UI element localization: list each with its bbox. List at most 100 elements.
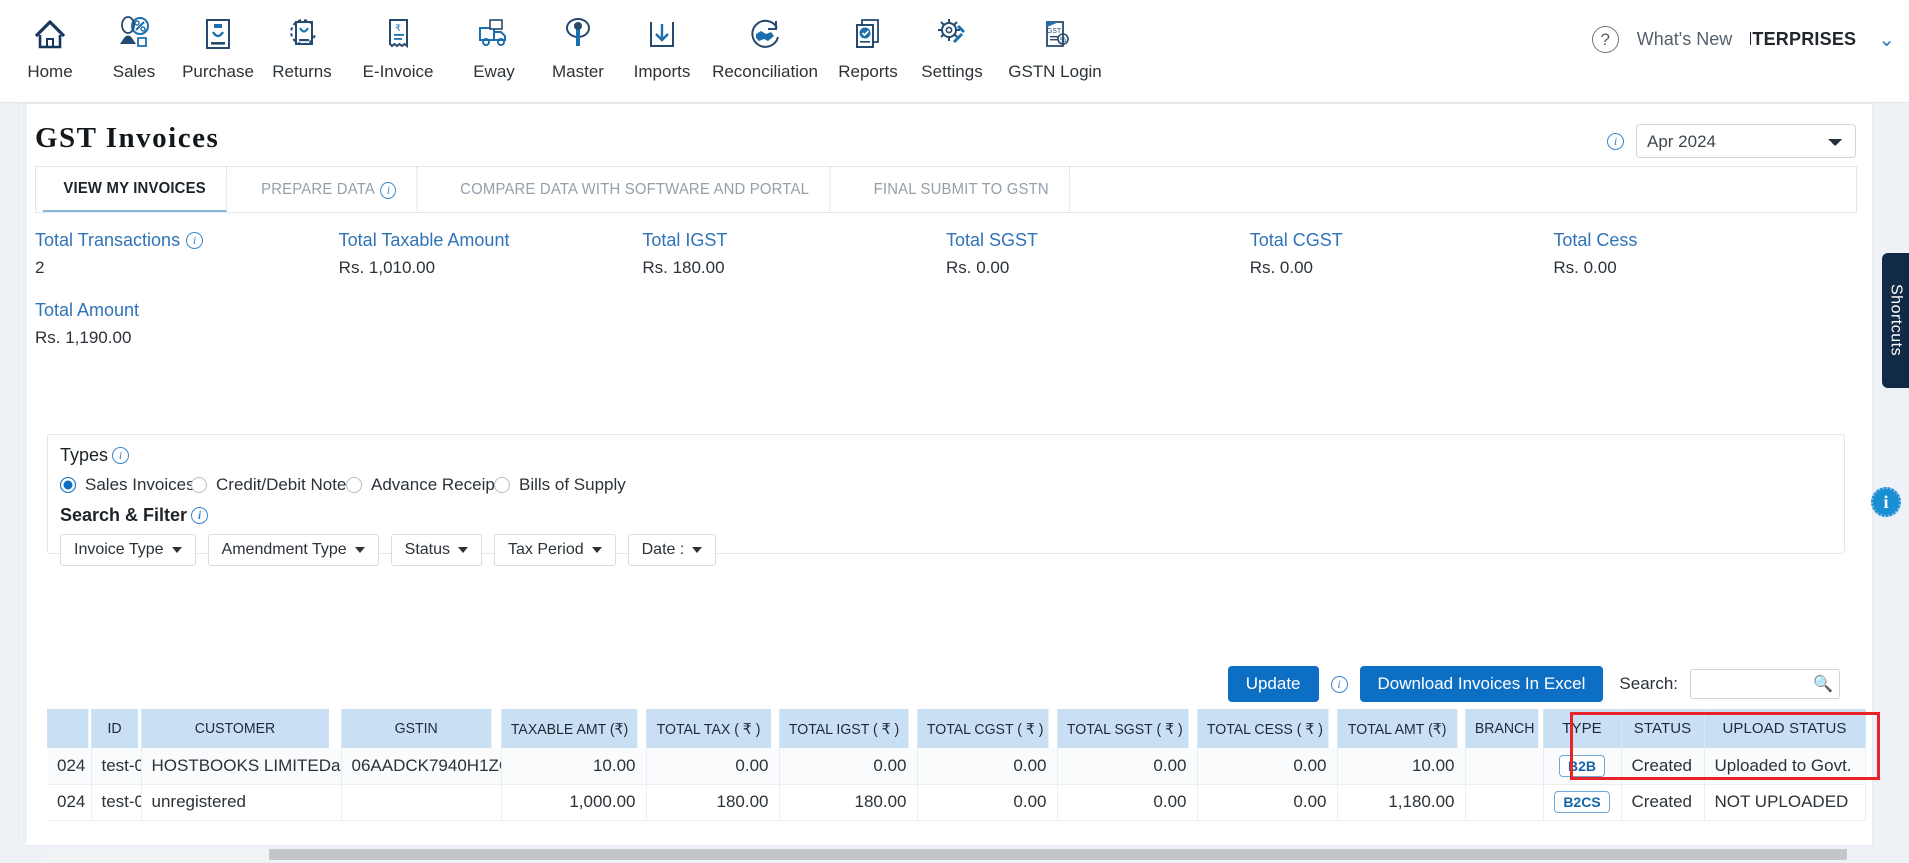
col-taxable-amt[interactable]: TAXABLE AMT (₹): [501, 709, 638, 748]
radio-dot-icon: [60, 477, 76, 493]
tab-final-submit[interactable]: FINAL SUBMIT TO GSTN: [853, 167, 1070, 213]
cell-total-sgst: 0.00: [1057, 784, 1198, 821]
info-icon[interactable]: i: [1330, 675, 1348, 693]
nav-item-reports[interactable]: Reports: [826, 0, 910, 82]
filter-chip-group: Invoice Type Amendment Type Status Tax P…: [60, 534, 717, 566]
question-mark-icon[interactable]: ?: [1591, 26, 1619, 53]
radio-credit-debit-notes[interactable]: Credit/Debit Notes: [191, 475, 355, 495]
col-upload-status[interactable]: UPLOAD STATUS: [1704, 709, 1866, 748]
nav-item-settings[interactable]: Settings: [910, 0, 994, 82]
col-type[interactable]: TYPE: [1543, 709, 1622, 748]
table-action-row: Update i Download Invoices In Excel Sear…: [1227, 666, 1840, 702]
col-date[interactable]: [47, 709, 89, 748]
cell-total-cess: 0.00: [1197, 748, 1338, 785]
summary-total-amount: Total Amount Rs. 1,190.00: [35, 300, 346, 348]
radio-bills-of-supply[interactable]: Bills of Supply: [494, 475, 626, 495]
nav-item-imports[interactable]: Imports: [620, 0, 704, 82]
nav-item-returns[interactable]: Returns: [260, 0, 344, 82]
table-horizontal-scrollbar[interactable]: [47, 849, 1847, 860]
download-invoices-excel-button[interactable]: Download Invoices In Excel: [1359, 666, 1604, 702]
col-total-sgst[interactable]: TOTAL SGST ( ₹ ): [1057, 709, 1190, 748]
filter-invoice-type[interactable]: Invoice Type: [60, 534, 196, 566]
type-badge: B2B: [1558, 754, 1605, 777]
cell-total-sgst: 0.00: [1057, 748, 1198, 785]
col-total-tax[interactable]: TOTAL TAX ( ₹ ): [646, 709, 772, 748]
radio-advance-receipts-label: Advance Receipts: [371, 475, 509, 494]
whats-new-link[interactable]: What's New: [1637, 29, 1732, 50]
col-gstin[interactable]: GSTIN: [341, 709, 492, 748]
filter-tax-period[interactable]: Tax Period: [494, 534, 616, 566]
radio-bills-of-supply-label: Bills of Supply: [519, 475, 626, 494]
col-total-igst[interactable]: TOTAL IGST ( ₹ ): [779, 709, 910, 748]
nav-item-settings-label: Settings: [921, 62, 983, 81]
cell-taxable-amt: 10.00: [501, 748, 647, 785]
info-icon[interactable]: i: [1607, 132, 1624, 150]
chevron-down-icon[interactable]: ⌄: [1878, 27, 1895, 52]
cell-branch: [1465, 784, 1544, 821]
summary-row-1: Total Transactions i 2 Total Taxable Amo…: [35, 230, 1857, 278]
nav-right-group: ? What's New NTERPRISES ⌄: [1591, 26, 1895, 53]
nav-item-home[interactable]: Home: [8, 0, 92, 82]
nav-item-eway[interactable]: Eway: [452, 0, 536, 82]
nav-item-purchase[interactable]: Purchase: [176, 0, 260, 82]
master-icon: [558, 8, 598, 60]
nav-item-sales[interactable]: Sales: [92, 0, 176, 82]
nav-item-einvoice-label: E-Invoice: [362, 62, 434, 81]
summary-total-cess: Total Cess Rs. 0.00: [1553, 230, 1857, 278]
summary-total-cgst-value: Rs. 0.00: [1249, 258, 1313, 277]
col-customer[interactable]: CUSTOMER: [141, 709, 330, 748]
info-icon[interactable]: i: [1871, 487, 1901, 517]
radio-advance-receipts[interactable]: Advance Receipts: [346, 475, 508, 495]
shortcuts-tab[interactable]: Shortcuts: [1882, 253, 1909, 388]
scrollbar-thumb[interactable]: [269, 849, 1847, 860]
info-icon[interactable]: i: [191, 507, 209, 524]
info-icon[interactable]: i: [186, 232, 204, 249]
col-status[interactable]: STATUS: [1621, 709, 1705, 748]
nav-item-gstn-login[interactable]: GST% GSTN Login: [994, 0, 1116, 82]
search-input[interactable]: [1690, 669, 1840, 699]
caret-down-icon: [591, 547, 602, 553]
filter-date[interactable]: Date :: [627, 534, 717, 566]
table-row[interactable]: 024 test-02 unregistered 1,000.00 180.00…: [47, 784, 1866, 821]
summary-total-cess-value: Rs. 0.00: [1553, 258, 1617, 277]
page-background: GST Invoices i Apr 2024 VIEW MY INVOICES…: [0, 103, 1909, 863]
search-filter-label-group: Search & Filter i: [60, 505, 209, 526]
table-row[interactable]: 024 test-01 HOSTBOOKS LIMITEDasa 06AADCK…: [47, 748, 1866, 785]
col-total-amt[interactable]: TOTAL AMT (₹): [1337, 709, 1458, 748]
nav-item-einvoice[interactable]: ₹ E-Invoice: [344, 0, 452, 82]
nav-item-reconciliation-label: Reconciliation: [712, 62, 818, 81]
filter-amendment-type[interactable]: Amendment Type: [207, 534, 379, 566]
cell-taxable-amt: 1,000.00: [501, 784, 647, 821]
col-total-cess[interactable]: TOTAL CESS ( ₹ ): [1197, 709, 1330, 748]
col-branch[interactable]: BRANCH: [1465, 709, 1539, 748]
cell-total-cgst: 0.00: [917, 784, 1058, 821]
radio-dot-icon: [494, 477, 510, 493]
svg-text:%: %: [1060, 37, 1066, 44]
update-button[interactable]: Update: [1227, 666, 1319, 702]
tab-prepare-data[interactable]: PREPARE DATA i: [241, 167, 418, 213]
nav-item-reconciliation[interactable]: Reconciliation: [704, 0, 826, 82]
reports-document-icon: [848, 8, 888, 60]
tab-compare-data[interactable]: COMPARE DATA WITH SOFTWARE AND PORTAL: [439, 167, 831, 213]
nav-item-home-label: Home: [27, 62, 73, 81]
info-icon[interactable]: i: [380, 181, 397, 199]
cell-date: 024: [47, 748, 92, 785]
nav-item-master[interactable]: Master: [536, 0, 620, 82]
cell-status: Created: [1621, 748, 1705, 785]
filter-status[interactable]: Status: [390, 534, 483, 566]
col-total-cgst[interactable]: TOTAL CGST ( ₹ ): [917, 709, 1050, 748]
search-label: Search:: [1619, 674, 1678, 693]
tab-underline: [35, 212, 1857, 213]
radio-sales-invoices[interactable]: Sales Invoices: [60, 475, 195, 495]
nav-item-imports-label: Imports: [633, 62, 691, 81]
caret-down-icon: [458, 547, 469, 553]
tab-view-my-invoices[interactable]: VIEW MY INVOICES: [42, 167, 228, 213]
cell-upload-status: Uploaded to Govt.: [1704, 748, 1866, 785]
tax-period-select[interactable]: Apr 2024: [1636, 124, 1856, 158]
gst-invoices-card: GST Invoices i Apr 2024 VIEW MY INVOICES…: [18, 103, 1880, 860]
cell-total-cgst: 0.00: [917, 748, 1058, 785]
svg-text:₹: ₹: [395, 23, 401, 33]
info-icon[interactable]: i: [112, 447, 130, 464]
summary-total-amount-value: Rs. 1,190.00: [35, 328, 132, 347]
col-id[interactable]: ID: [91, 709, 139, 748]
